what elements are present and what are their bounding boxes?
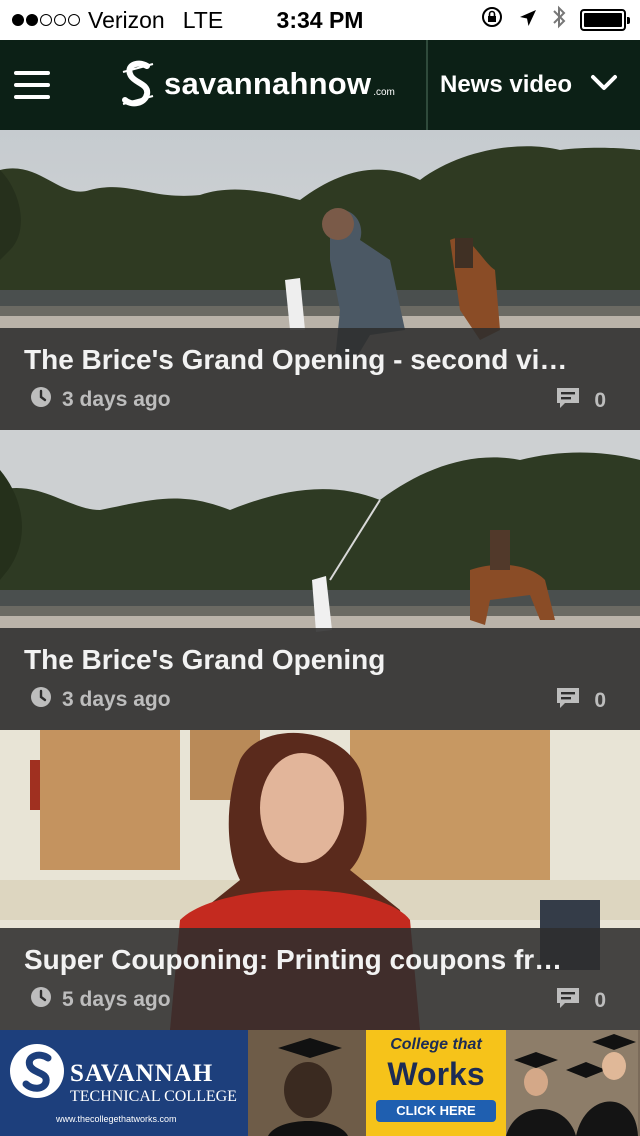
ad-tagline-top: College that — [390, 1036, 482, 1053]
video-time: 3 days ago — [62, 687, 171, 711]
signal-dot — [26, 14, 38, 26]
video-caption: Super Couponing: Printing coupons fr… 5 … — [0, 928, 640, 1030]
ad-graduate-photo — [248, 1030, 366, 1136]
logo-s-icon — [118, 58, 158, 110]
location-arrow-icon — [518, 7, 538, 34]
ad-banner[interactable]: SAVANNAH TECHNICAL COLLEGE www.thecolleg… — [0, 1030, 640, 1136]
clock-icon — [30, 386, 52, 413]
video-title: The Brice's Grand Opening — [24, 644, 386, 675]
ad-url: www.thecollegethatworks.com — [56, 1114, 177, 1124]
hamburger-menu-icon[interactable] — [0, 40, 90, 130]
section-dropdown[interactable]: News video — [428, 40, 640, 130]
signal-dot — [40, 14, 52, 26]
carrier-name: Verizon — [88, 6, 165, 33]
comment-icon[interactable] — [556, 986, 580, 1015]
top-nav-bar: savannahnow .com News video — [0, 40, 640, 130]
comment-icon[interactable] — [556, 686, 580, 715]
savannahnow-logo[interactable]: savannahnow .com — [118, 58, 395, 110]
signal-dot — [54, 14, 66, 26]
ad-graduates-photo — [506, 1030, 640, 1136]
section-label: News video — [440, 71, 573, 98]
college-logo-icon — [10, 1044, 64, 1098]
video-card[interactable]: The Brice's Grand Opening 3 days ago 0 — [0, 430, 640, 730]
video-card[interactable]: Super Couponing: Printing coupons fr… 5 … — [0, 730, 640, 1030]
network-type: LTE — [182, 6, 224, 33]
video-card[interactable]: The Brice's Grand Opening - second vi… 3… — [0, 130, 640, 430]
comment-count: 0 — [594, 988, 606, 1012]
signal-strength-icon — [12, 14, 80, 26]
video-title: Super Couponing: Printing coupons fr… — [24, 944, 563, 975]
logo-text: savannahnow — [164, 66, 372, 101]
video-time: 5 days ago — [62, 987, 171, 1011]
orientation-lock-icon — [480, 5, 504, 35]
comment-count: 0 — [594, 688, 606, 712]
comment-count: 0 — [594, 388, 606, 412]
ad-college-logo: SAVANNAH TECHNICAL COLLEGE www.thecolleg… — [0, 1030, 248, 1136]
ad-cta-panel: College that Works CLICK HERE — [366, 1030, 506, 1136]
comment-icon[interactable] — [556, 386, 580, 415]
logo-suffix: .com — [373, 86, 395, 98]
ad-tagline-main: Works — [387, 1056, 485, 1092]
clock-icon — [30, 986, 52, 1013]
video-caption: The Brice's Grand Opening 3 days ago 0 — [0, 628, 640, 730]
chevron-down-icon — [590, 74, 618, 97]
bluetooth-icon — [552, 4, 566, 36]
video-time: 3 days ago — [62, 387, 171, 411]
status-bar: Verizon LTE 3:34 PM — [0, 0, 640, 40]
signal-dot — [68, 14, 80, 26]
video-title: The Brice's Grand Opening - second vi… — [24, 344, 568, 375]
battery-level — [584, 13, 622, 27]
battery-icon — [580, 9, 630, 31]
ad-click-here-button[interactable]: CLICK HERE — [376, 1100, 496, 1122]
video-caption: The Brice's Grand Opening - second vi… 3… — [0, 328, 640, 430]
signal-dot — [12, 14, 24, 26]
ad-college-subtitle: TECHNICAL COLLEGE — [70, 1088, 237, 1105]
ad-college-name: SAVANNAH — [70, 1060, 214, 1087]
clock-icon — [30, 686, 52, 713]
